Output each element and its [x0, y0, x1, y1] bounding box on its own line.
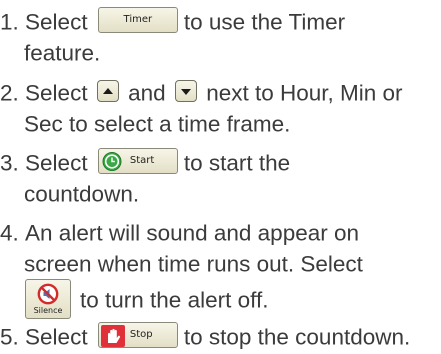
silence-button-label: Silence: [33, 306, 63, 315]
step-2-continued: Sec to select a time frame.: [0, 107, 290, 140]
step-text: Select: [25, 324, 88, 350]
down-arrow-icon: [180, 89, 191, 96]
step-5: 5. Select Stop to stop the countdown.: [0, 320, 410, 353]
stop-button-label: Stop: [129, 329, 153, 341]
step-4: 4. An alert will sound and appear on: [0, 216, 359, 249]
step-1-continued: feature.: [0, 36, 100, 69]
step-3-continued: countdown.: [0, 177, 139, 210]
no-sound-icon: [37, 283, 59, 305]
step-text: Select: [25, 80, 88, 106]
step-number: 2.: [0, 80, 19, 106]
hand-stop-icon: [100, 325, 125, 348]
step-4-end: to turn the alert off.: [80, 283, 268, 316]
up-arrow-button[interactable]: [96, 80, 119, 103]
instructions-page: 1. Select Timer to use the Timer feature.…: [0, 0, 441, 354]
start-button-label: Start: [129, 155, 155, 167]
step-2: 2. Select and next to Hour, Min or: [0, 76, 403, 109]
step-number: 1.: [0, 9, 19, 35]
step-text: An alert will sound and appear on: [25, 220, 360, 246]
stop-button[interactable]: Stop: [97, 322, 178, 349]
step-text: to stop the countdown.: [183, 324, 411, 350]
step-number: 3.: [0, 150, 19, 176]
step-text: screen when time runs out. Select: [24, 251, 363, 277]
step-text: next to Hour, Min or: [206, 80, 403, 106]
step-text: to turn the alert off.: [80, 287, 269, 313]
step-text: Sec to select a time frame.: [24, 111, 291, 137]
step-4-continued: screen when time runs out. Select: [0, 247, 363, 280]
step-text: feature.: [24, 40, 101, 66]
step-text: to start the: [183, 150, 291, 176]
up-arrow-icon: [102, 88, 113, 95]
step-number: 5.: [0, 324, 19, 350]
clock-icon: [102, 152, 122, 172]
step-text: Select: [25, 9, 88, 35]
start-button[interactable]: Start: [97, 148, 178, 175]
step-3: 3. Select Start to start the: [0, 146, 290, 179]
step-text: and: [128, 80, 166, 106]
step-text: countdown.: [24, 181, 140, 207]
step-number: 4.: [0, 220, 19, 246]
step-1: 1. Select Timer to use the Timer: [0, 5, 345, 38]
timer-button[interactable]: Timer: [97, 7, 178, 34]
step-text: to use the Timer: [183, 9, 346, 35]
down-arrow-button[interactable]: [174, 80, 197, 103]
timer-button-label: Timer: [123, 14, 153, 26]
step-text: Select: [25, 150, 88, 176]
silence-button[interactable]: Silence: [25, 279, 71, 319]
